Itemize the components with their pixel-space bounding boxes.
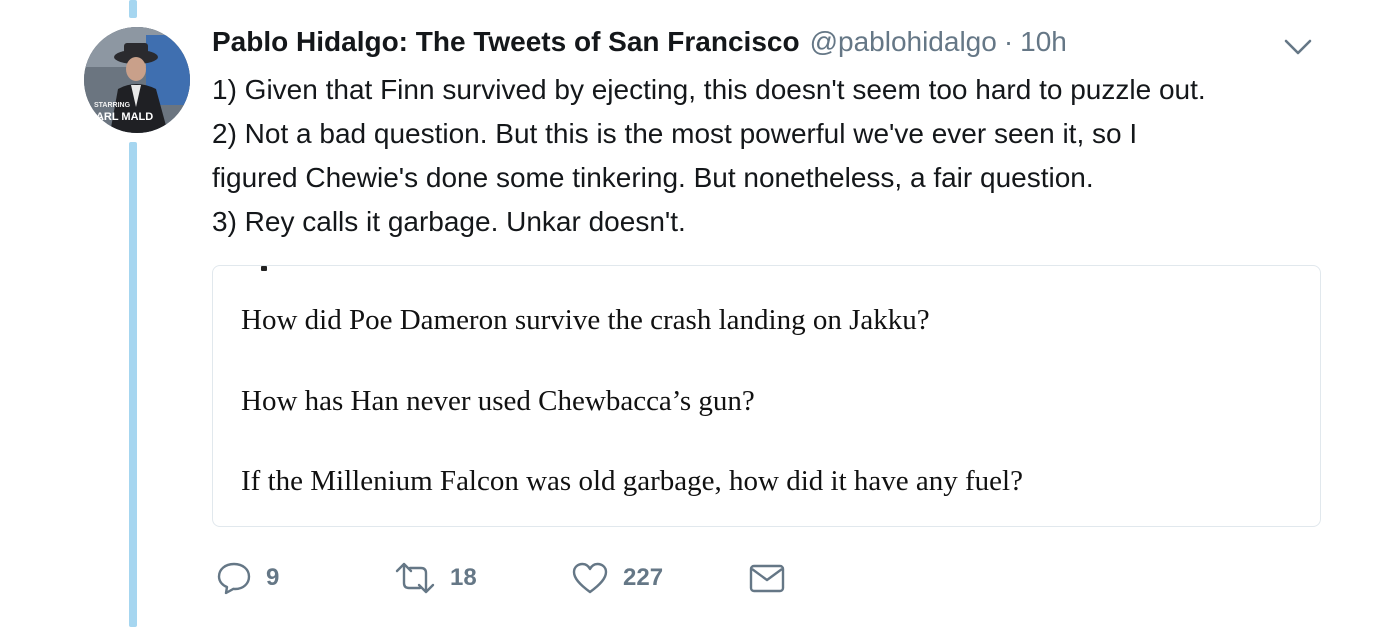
thread-line-top — [129, 0, 137, 18]
tweet-line: figured Chewie's done some tinkering. Bu… — [212, 162, 1094, 193]
tweet-timestamp[interactable]: 10h — [1020, 26, 1067, 58]
retweet-count: 18 — [450, 564, 477, 591]
avatar-image: STARRING KARL MALD — [84, 27, 190, 133]
avatar[interactable]: STARRING KARL MALD — [84, 27, 190, 133]
retweet-icon — [395, 562, 435, 594]
envelope-icon — [749, 564, 785, 593]
tweet-menu-button[interactable] — [1282, 34, 1314, 60]
svg-text:STARRING: STARRING — [94, 102, 131, 109]
tweet-actions: 9 18 227 — [216, 558, 786, 598]
chevron-down-icon — [1284, 39, 1312, 55]
tweet-line: 1) Given that Finn survived by ejecting,… — [212, 74, 1206, 105]
retweet-button[interactable]: 18 — [394, 561, 571, 595]
reply-button[interactable]: 9 — [216, 561, 394, 595]
tweet-header: Pablo Hidalgo: The Tweets of San Francis… — [212, 26, 1067, 64]
media-card[interactable]: How did Poe Dameron survive the crash la… — [212, 265, 1321, 527]
tweet-line: 2) Not a bad question. But this is the m… — [212, 118, 1138, 149]
author-name[interactable]: Pablo Hidalgo: The Tweets of San Francis… — [212, 26, 800, 58]
reply-count: 9 — [266, 564, 280, 591]
like-count: 227 — [623, 564, 664, 591]
direct-message-button[interactable] — [748, 562, 786, 594]
svg-text:KARL MALD: KARL MALD — [88, 111, 153, 123]
like-button[interactable]: 227 — [571, 561, 748, 595]
media-question: How did Poe Dameron survive the crash la… — [241, 304, 930, 336]
image-crop-artifact — [261, 266, 267, 271]
header-separator: · — [1003, 26, 1014, 57]
thread-line-bottom — [129, 142, 137, 627]
reply-icon — [217, 562, 251, 595]
author-handle[interactable]: @pablohidalgo — [810, 26, 997, 58]
media-question: How has Han never used Chewbacca’s gun? — [241, 385, 755, 417]
media-question: If the Millenium Falcon was old garbage,… — [241, 465, 1023, 497]
tweet-line: 3) Rey calls it garbage. Unkar doesn't. — [212, 206, 686, 237]
heart-icon — [572, 562, 608, 594]
tweet-text: 1) Given that Finn survived by ejecting,… — [212, 68, 1322, 244]
